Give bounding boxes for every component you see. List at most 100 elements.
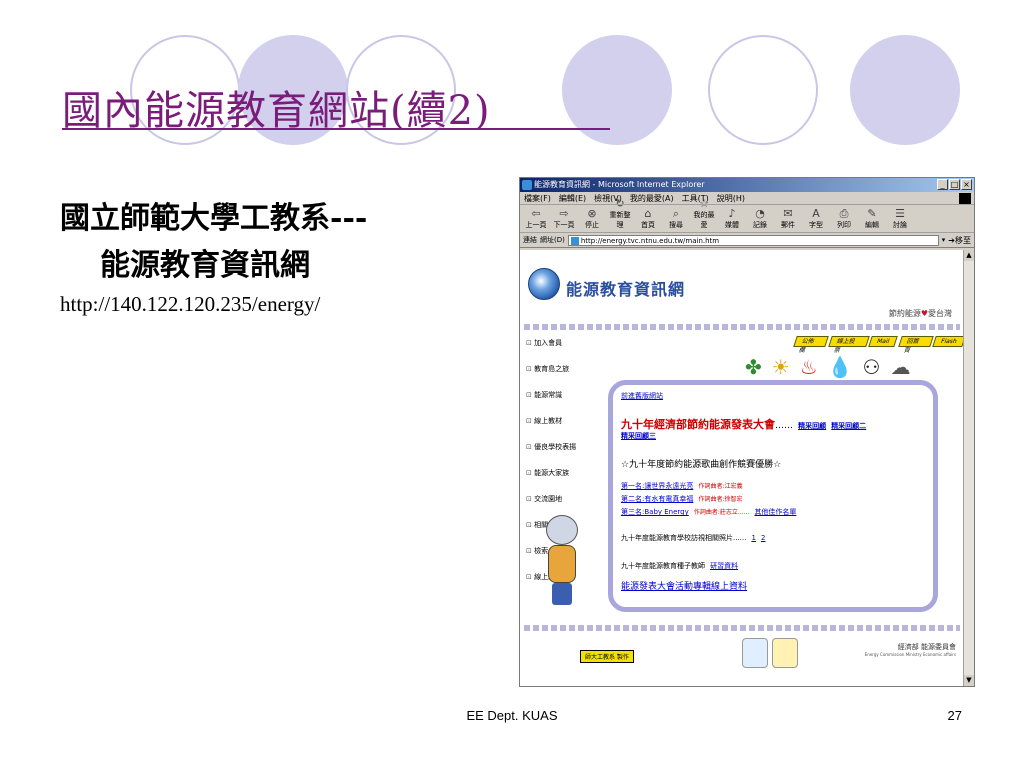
plug-character-icon: ⚇ xyxy=(862,355,881,379)
toolbar-button[interactable]: ⇨ 下一頁 xyxy=(551,207,577,230)
dotted-divider xyxy=(524,324,960,330)
site-url[interactable]: http://140.122.120.235/energy/ xyxy=(60,292,320,317)
toolbar-button-label: 記錄 xyxy=(753,221,767,229)
tab-vote[interactable]: 線上投票 xyxy=(827,336,870,354)
dotted-divider xyxy=(524,625,960,631)
toolbar-button-label: 討論 xyxy=(893,221,907,229)
toolbar-button[interactable]: ♪ 媒體 xyxy=(719,207,745,230)
toolbar-button[interactable]: ⌂ 首頁 xyxy=(635,207,661,230)
menu-item-favorites[interactable]: 我的最愛(A) xyxy=(630,192,674,204)
toolbar-button[interactable]: ☰ 討論 xyxy=(887,207,913,230)
leaf-character-icon: ✤ xyxy=(745,355,762,379)
fire-character-icon: ♨ xyxy=(799,355,818,379)
event-link-1[interactable]: 精采回顧 xyxy=(798,422,826,430)
decor-circle xyxy=(708,35,818,145)
event-headline: 九十年經濟部節約能源發表大會…… 精采回顧 精采回顧二 xyxy=(621,418,867,431)
maximize-button[interactable]: □ xyxy=(949,179,960,190)
site-logo-icon xyxy=(528,268,560,300)
menu-bar: 檔案(F) 編輯(E) 檢視(V) 我的最愛(A) 工具(T) 說明(H) xyxy=(520,192,974,205)
photo-link-1[interactable]: 1 xyxy=(751,534,755,542)
tab-mail[interactable]: Mail xyxy=(868,336,899,347)
old-site-link[interactable]: 前進舊版網站 xyxy=(621,391,663,401)
ministry-credit: 經濟部 能源委員會 Energy Commission Ministry Eco… xyxy=(864,643,956,657)
close-button[interactable]: × xyxy=(961,179,972,190)
tab-home[interactable]: 回首頁 xyxy=(897,336,934,354)
media-icon: ♪ xyxy=(728,207,736,220)
footer-badge[interactable]: 師大工教系 製作 xyxy=(580,650,634,663)
toolbar-button-label: 重新整理 xyxy=(609,211,631,229)
event-link-2[interactable]: 精采回顧二 xyxy=(831,422,866,430)
search-icon: ⌕ xyxy=(672,207,680,220)
nav-item-join[interactable]: 加入會員 xyxy=(526,338,562,348)
winner-row: 第三名:Baby Energy 作詞曲者:莊志立...... 其他佳作名單 xyxy=(621,508,797,516)
home-icon: ⌂ xyxy=(644,207,652,220)
vertical-scrollbar[interactable]: ▲ ▼ xyxy=(963,250,974,686)
toolbar-button-label: 列印 xyxy=(837,221,851,229)
energy-characters: ✤ ☀ ♨ 💧 ⚇ ☁ xyxy=(745,355,910,379)
decor-circle xyxy=(850,35,960,145)
forward-arrow-icon: ⇨ xyxy=(559,207,569,220)
nav-item-energy-family[interactable]: 能源大家族 xyxy=(526,468,569,478)
scroll-up-icon[interactable]: ▲ xyxy=(964,250,974,261)
go-button[interactable]: ➔移至 xyxy=(948,233,971,248)
scroll-down-icon[interactable]: ▼ xyxy=(964,675,974,686)
menu-item-help[interactable]: 說明(H) xyxy=(717,192,745,204)
event-link-3[interactable]: 精采回顧三 xyxy=(621,431,656,441)
history-icon: ◔ xyxy=(755,207,765,220)
menu-item-view[interactable]: 檢視(V) xyxy=(594,192,622,204)
toolbar-button[interactable]: ⇦ 上一頁 xyxy=(523,207,549,230)
more-winners-link[interactable]: 其他佳作名單 xyxy=(754,508,796,516)
toolbar-button-label: 我的最愛 xyxy=(693,211,715,229)
toolbar-button[interactable]: ⌕ 搜尋 xyxy=(663,207,689,230)
toolbar-button-label: 停止 xyxy=(585,221,599,229)
toolbar-button-label: 字型 xyxy=(809,221,823,229)
menu-item-tools[interactable]: 工具(T) xyxy=(682,192,709,204)
tab-bulletin[interactable]: 公佈欄 xyxy=(793,336,829,354)
mascot-illustration xyxy=(534,515,592,610)
nav-item-energy-knowledge[interactable]: 能源常識 xyxy=(526,390,562,400)
heart-icon: ♥ xyxy=(920,309,928,318)
toolbar-button[interactable]: ✎ 編輯 xyxy=(859,207,885,230)
minimize-button[interactable]: _ xyxy=(937,179,948,190)
address-input[interactable]: http://energy.tvc.ntnu.edu.tw/main.htm xyxy=(567,234,939,246)
browser-titlebar: 能源教育資訊網 - Microsoft Internet Explorer _ … xyxy=(520,178,974,192)
title-underline xyxy=(62,128,610,130)
contest-title: ☆九十年度節約能源歌曲創作競賽優勝☆ xyxy=(621,460,782,470)
news-panel: 前進舊版網站 九十年經濟部節約能源發表大會…… 精采回顧 精采回顧二 精采回顧三… xyxy=(608,380,938,612)
nav-item-forum[interactable]: 交流園地 xyxy=(526,494,562,504)
training-materials-link[interactable]: 研習資料 xyxy=(710,562,738,570)
window-title: 能源教育資訊網 - Microsoft Internet Explorer xyxy=(534,180,705,189)
photo-link-2[interactable]: 2 xyxy=(761,534,765,542)
toolbar-button[interactable]: ✉ 郵件 xyxy=(775,207,801,230)
top-nav: 公佈欄 線上投票 Mail 回首頁 Flash xyxy=(793,336,966,354)
school-photos: 九十年度能源教育學校訪視相關照片...... 1 2 xyxy=(621,534,766,542)
energy-logo-icon[interactable] xyxy=(742,638,768,668)
links-label[interactable]: 連結 xyxy=(523,233,537,248)
discuss-icon: ☰ xyxy=(895,207,905,220)
nav-item-island-tour[interactable]: 教育島之旅 xyxy=(526,364,569,374)
tab-flash[interactable]: Flash xyxy=(932,336,966,347)
dropdown-arrow-icon[interactable]: ▾ xyxy=(942,233,946,248)
nav-item-school-awards[interactable]: 優良學校表揚 xyxy=(526,442,576,452)
stop-icon: ⊗ xyxy=(587,207,597,220)
font-icon: A xyxy=(812,207,820,220)
menu-item-edit[interactable]: 編輯(E) xyxy=(559,192,586,204)
toolbar-button[interactable]: A 字型 xyxy=(803,207,829,230)
toolbar-button[interactable]: ◔ 記錄 xyxy=(747,207,773,230)
nav-item-online-materials[interactable]: 線上教材 xyxy=(526,416,562,426)
water-drop-icon: 💧 xyxy=(827,355,853,379)
browser-toolbar: ⇦ 上一頁 ⇨ 下一頁 ⊗ 停止 ↻ 重新整理 ⌂ 首頁 ⌕ 搜尋 ☆ 我的最愛 ♪ 媒體 ◔ 記錄 ✉ 郵件 A 字型 ⎙… xyxy=(520,197,974,233)
address-bar: 連結 網址(D) http://energy.tvc.ntnu.edu.tw/m… xyxy=(520,233,974,248)
toolbar-button-label: 下一頁 xyxy=(553,221,575,229)
slogan: 節約能源♥愛台灣 xyxy=(888,309,952,318)
conference-link[interactable]: 能源發表大會活動專輯線上資料 xyxy=(621,579,747,592)
mail-icon: ✉ xyxy=(783,207,793,220)
toolbar-button[interactable]: ⊗ 停止 xyxy=(579,207,605,230)
bullet-text: 國立師範大學工教系--- xyxy=(60,201,368,236)
ie-icon xyxy=(522,180,532,190)
menu-item-file[interactable]: 檔案(F) xyxy=(524,192,551,204)
toolbar-button[interactable]: ⎙ 列印 xyxy=(831,207,857,230)
mascot-logo-icon[interactable] xyxy=(772,638,798,668)
winner-song-link[interactable]: 第三名:Baby Energy xyxy=(621,508,689,516)
browser-window: 能源教育資訊網 - Microsoft Internet Explorer _ … xyxy=(519,177,975,687)
